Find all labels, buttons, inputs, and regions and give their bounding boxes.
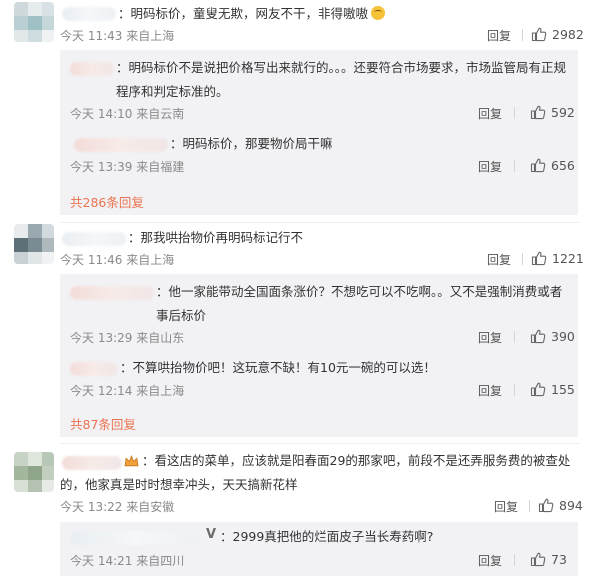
comment-2: ：那我哄抬物价再明码标记行不 今天 11:46 来自上海 回复 1221 ：他一…: [0, 224, 593, 439]
like-button[interactable]: 390: [530, 328, 575, 344]
reply-button[interactable]: 回复: [478, 329, 502, 346]
reply-time: 今天 13:29 来自山东: [70, 331, 185, 345]
avatar[interactable]: [14, 452, 54, 492]
reply-button[interactable]: 回复: [487, 251, 511, 268]
reply-item: ：明码标价不是说把价格写出来就行的。。。还要符合市场要求，市场监管局有正规程序和…: [60, 50, 578, 132]
laughing-face-icon: [371, 6, 386, 20]
divider: [514, 107, 515, 119]
username-blurred[interactable]: [62, 7, 116, 21]
like-button[interactable]: 2982: [531, 26, 584, 42]
like-count: 592: [551, 104, 575, 120]
like-count: 656: [551, 157, 575, 173]
thumbs-up-icon: [530, 158, 546, 173]
username-blurred[interactable]: [74, 138, 168, 152]
reply-text: ：明码标价，那要物价局干嘛: [170, 136, 333, 151]
reply-button[interactable]: 回复: [494, 498, 518, 515]
comment-text: ：明码标价，童叟无欺，网友不干，非得嗷嗷: [118, 2, 578, 26]
comment-divider: [60, 443, 580, 444]
reply-text: ：2999真把他的烂面皮子当长寿药啊?: [220, 529, 434, 544]
reply-text: ：明码标价不是说把价格写出来就行的。。。还要符合市场要求，市场监管局有正规程序和…: [116, 60, 567, 99]
divider: [514, 160, 515, 172]
like-button[interactable]: 894: [538, 497, 583, 513]
thumbs-up-icon: [530, 105, 546, 120]
divider: [514, 331, 515, 343]
username-blurred[interactable]: [70, 531, 200, 545]
comment-text: ：那我哄抬物价再明码标记行不: [128, 230, 304, 245]
like-count: 1221: [552, 250, 584, 266]
replies-box: ：他一家能带动全国面条涨价？不想吃可以不吃啊。。又不是强制消费或者事后标价 今天…: [60, 274, 578, 437]
comment-text-content: ：明码标价，童叟无欺，网友不干，非得嗷嗷: [118, 6, 369, 21]
reply-item: ：明码标价，那要物价局干嘛 今天 13:39 来自福建 回复 656: [60, 132, 578, 182]
reply-item: ：不算哄抬物价吧！这玩意不缺！有10元一碗的可以选！ 今天 12:14 来自上海…: [60, 356, 578, 406]
like-count: 390: [551, 328, 575, 344]
v-badge-icon: V: [206, 527, 217, 542]
comment-time: 今天 11:46 来自上海: [60, 253, 175, 267]
reply-time: 今天 12:14 来自上海: [70, 384, 185, 398]
reply-button[interactable]: 回复: [478, 105, 502, 122]
like-button[interactable]: 155: [530, 381, 575, 397]
like-button[interactable]: 1221: [531, 250, 584, 266]
like-count: 73: [551, 551, 567, 567]
comment-divider: [60, 222, 580, 223]
thumbs-up-icon: [531, 251, 547, 266]
comment-time: 今天 13:22 来自安徽: [60, 500, 175, 514]
like-count: 2982: [552, 26, 584, 42]
like-count: 155: [551, 381, 575, 397]
like-button[interactable]: 73: [530, 551, 567, 567]
replies-box: V ：2999真把他的烂面皮子当长寿药啊? 今天 14:21 来自四川 回复 7…: [60, 522, 578, 576]
like-button[interactable]: 592: [530, 104, 575, 120]
thumbs-up-icon: [530, 382, 546, 397]
reply-button[interactable]: 回复: [478, 158, 502, 175]
reply-item: ：他一家能带动全国面条涨价？不想吃可以不吃啊。。又不是强制消费或者事后标价 今天…: [60, 274, 578, 352]
divider: [529, 500, 530, 512]
avatar[interactable]: [14, 2, 54, 42]
like-count: 894: [559, 497, 583, 513]
comment-1: ：明码标价，童叟无欺，网友不干，非得嗷嗷 今天 11:43 来自上海 回复 29…: [0, 0, 593, 215]
more-replies-link[interactable]: 共87条回复: [70, 414, 136, 433]
divider: [522, 253, 523, 265]
username-blurred[interactable]: [62, 232, 126, 246]
replies-box: ：明码标价不是说把价格写出来就行的。。。还要符合市场要求，市场监管局有正规程序和…: [60, 50, 578, 215]
comment-time: 今天 11:43 来自上海: [60, 29, 175, 43]
like-button[interactable]: 656: [530, 157, 575, 173]
reply-time: 今天 13:39 来自福建: [70, 160, 185, 174]
reply-time: 今天 14:21 来自四川: [70, 554, 185, 568]
reply-text: ：不算哄抬物价吧！这玩意不缺！有10元一碗的可以选！: [120, 360, 436, 375]
reply-button[interactable]: 回复: [478, 382, 502, 399]
comment-3: ：看这店的菜单，应该就是阳春面29的那家吧，前段不是还弄服务费的被查处的，他家真…: [0, 448, 593, 576]
thumbs-up-icon: [530, 329, 546, 344]
username-blurred[interactable]: [70, 362, 118, 376]
reply-item: V ：2999真把他的烂面皮子当长寿药啊? 今天 14:21 来自四川 回复 7…: [60, 522, 578, 576]
thumbs-up-icon: [531, 27, 547, 42]
divider: [514, 384, 515, 396]
username-blurred[interactable]: [70, 286, 154, 300]
reply-time: 今天 14:10 来自云南: [70, 107, 185, 121]
avatar[interactable]: [14, 224, 54, 264]
comment-text: ：看这店的菜单，应该就是阳春面29的那家吧，前段不是还弄服务费的被查处的，他家真…: [60, 453, 571, 492]
thumbs-up-icon: [538, 498, 554, 513]
thumbs-up-icon: [530, 552, 546, 567]
reply-text: ：他一家能带动全国面条涨价？不想吃可以不吃啊。。又不是强制消费或者事后标价: [156, 284, 563, 323]
reply-button[interactable]: 回复: [478, 552, 502, 569]
divider: [522, 29, 523, 41]
reply-button[interactable]: 回复: [487, 27, 511, 44]
more-replies-link[interactable]: 共286条回复: [70, 192, 144, 211]
divider: [514, 554, 515, 566]
username-blurred[interactable]: [70, 62, 114, 76]
